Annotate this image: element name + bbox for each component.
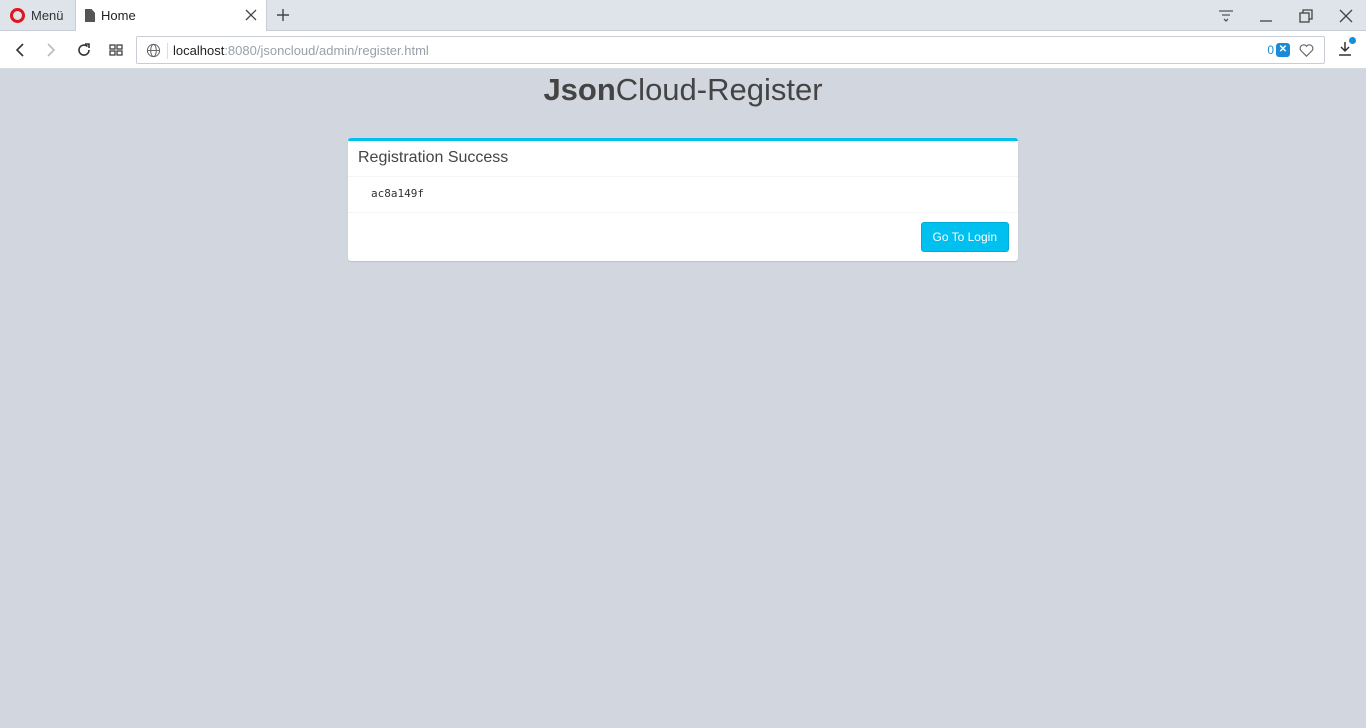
restore-icon[interactable] xyxy=(1297,7,1315,25)
globe-icon xyxy=(146,43,161,58)
box-title: Registration Success xyxy=(348,141,1018,177)
back-icon[interactable] xyxy=(11,41,29,59)
logo-light: Cloud-Register xyxy=(615,72,823,107)
go-to-login-button[interactable]: Go To Login xyxy=(920,222,1009,252)
address-toolbar: localhost:8080/jsoncloud/admin/register.… xyxy=(0,31,1366,69)
document-icon xyxy=(85,9,95,22)
adblock-count: 0 xyxy=(1267,43,1274,57)
url-path: :8080/jsoncloud/admin/register.html xyxy=(224,43,429,58)
logo-bold: Json xyxy=(543,72,616,107)
heart-icon[interactable] xyxy=(1298,42,1315,59)
close-window-icon[interactable] xyxy=(1337,7,1355,25)
url-divider xyxy=(167,43,168,59)
close-tab-icon[interactable] xyxy=(244,8,258,22)
new-tab-icon[interactable] xyxy=(275,7,291,23)
opera-menu-button[interactable]: Menü xyxy=(0,0,74,31)
opera-logo-icon xyxy=(10,8,25,23)
download-badge xyxy=(1349,37,1356,44)
minimize-icon[interactable] xyxy=(1257,7,1275,25)
url-bar[interactable]: localhost:8080/jsoncloud/admin/register.… xyxy=(136,36,1325,64)
tab-home[interactable]: Home xyxy=(75,0,267,31)
adblock-shield-icon[interactable]: ✕ xyxy=(1276,43,1290,57)
reload-icon[interactable] xyxy=(75,41,93,59)
url-text[interactable]: localhost:8080/jsoncloud/admin/register.… xyxy=(173,43,429,58)
registration-box: Registration Success ac8a149f Go To Logi… xyxy=(348,138,1018,261)
url-host: localhost xyxy=(173,43,225,58)
forward-icon[interactable] xyxy=(42,41,60,59)
registration-code: ac8a149f xyxy=(348,177,1018,213)
tab-title: Home xyxy=(101,8,136,23)
tab-menu-icon[interactable] xyxy=(1217,7,1235,25)
page-logo: JsonCloud-Register xyxy=(0,72,1366,108)
box-footer: Go To Login xyxy=(348,213,1018,261)
speed-dial-icon[interactable] xyxy=(107,41,125,59)
tab-strip: Menü Home xyxy=(0,0,1366,31)
menu-label: Menü xyxy=(31,8,64,23)
